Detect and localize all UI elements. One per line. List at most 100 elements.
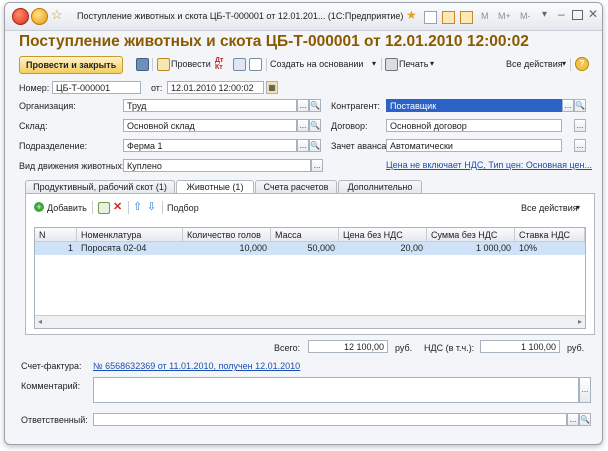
post-and-close-button[interactable]: Провести и закрыть	[19, 56, 124, 74]
calendar-picker-icon[interactable]: ▦	[266, 81, 278, 94]
counterparty-search-icon[interactable]: 🔍	[574, 99, 586, 112]
warehouse-select-button[interactable]: ...	[297, 119, 309, 132]
column-header-n[interactable]: N	[35, 228, 77, 242]
window-menu-chevron-icon[interactable]: ▾	[542, 9, 547, 25]
print-button[interactable]: Печать	[399, 59, 428, 69]
cell-price: 20,00	[400, 243, 423, 253]
all-actions-button[interactable]: Все действия	[506, 59, 563, 69]
tab-settlement-accounts[interactable]: Счета расчетов	[255, 180, 337, 194]
column-header-price[interactable]: Цена без НДС	[339, 228, 427, 242]
favorite-star-icon[interactable]: ☆	[51, 8, 65, 22]
tab-additional[interactable]: Дополнительно	[338, 180, 422, 194]
responsible-search-icon[interactable]: 🔍	[579, 413, 591, 426]
app-logo-icon[interactable]	[12, 8, 29, 25]
contract-select-button[interactable]: ...	[574, 119, 586, 132]
counterparty-field[interactable]: Поставщик	[386, 99, 562, 112]
date-field[interactable]: 12.01.2010 12:00:02	[167, 81, 264, 94]
scroll-right-icon[interactable]: ▸	[578, 317, 582, 326]
add-button[interactable]: Добавить	[47, 203, 87, 213]
total-value: 12 100,00	[308, 340, 388, 353]
invoice-link[interactable]: № 6568632369 от 11.01.2010, получен 12.0…	[93, 361, 300, 371]
favorites-star-icon[interactable]: ★	[406, 8, 417, 24]
organization-field[interactable]: Труд	[123, 99, 297, 112]
memory-m-plus-button[interactable]: M+	[498, 11, 511, 27]
animal-movement-select-button[interactable]: ...	[311, 159, 323, 172]
column-header-item[interactable]: Номенклатура	[77, 228, 183, 242]
counterparty-label: Контрагент:	[331, 101, 381, 111]
printer-icon[interactable]	[385, 58, 398, 71]
division-field[interactable]: Ферма 1	[123, 139, 297, 152]
add-icon[interactable]: +	[34, 202, 44, 212]
warehouse-label: Склад:	[19, 121, 48, 131]
toolbar-separator	[92, 201, 93, 214]
horizontal-scrollbar[interactable]: ◂ ▸	[35, 315, 585, 328]
calendar-icon[interactable]	[442, 11, 455, 24]
column-header-mass[interactable]: Масса	[271, 228, 339, 242]
create-based-on-button[interactable]: Создать на основании	[270, 59, 363, 69]
post-icon[interactable]	[157, 58, 170, 71]
toolbar-separator	[162, 201, 163, 214]
maximize-icon[interactable]	[572, 10, 583, 20]
organization-search-icon[interactable]: 🔍	[309, 99, 321, 112]
create-based-chevron-icon[interactable]: ▾	[372, 59, 376, 68]
number-field[interactable]: ЦБ-Т-000001	[52, 81, 141, 94]
column-header-sum[interactable]: Сумма без НДС	[427, 228, 515, 242]
organization-label: Организация:	[19, 101, 76, 111]
menu-icon[interactable]	[31, 8, 48, 25]
close-icon[interactable]: ✕	[588, 7, 598, 23]
cell-heads: 10,000	[239, 243, 267, 253]
copy-row-icon[interactable]	[98, 202, 110, 214]
division-search-icon[interactable]: 🔍	[309, 139, 321, 152]
column-header-vat-rate[interactable]: Ставка НДС	[515, 228, 585, 242]
calculator-icon[interactable]	[460, 11, 473, 24]
contract-field[interactable]: Основной договор	[386, 119, 562, 132]
responsible-field[interactable]	[93, 413, 567, 426]
move-down-icon[interactable]: ⇩	[147, 200, 157, 213]
post-button[interactable]: Провести	[171, 59, 211, 69]
help-icon[interactable]: ?	[575, 57, 589, 71]
memory-m-button[interactable]: M	[481, 11, 489, 27]
vat-value: 1 100,00	[480, 340, 560, 353]
delete-icon[interactable]: ✕	[113, 200, 123, 213]
dt-kt-icon[interactable]: Дт Кт	[215, 57, 227, 71]
total-currency: руб.	[395, 343, 413, 353]
warehouse-search-icon[interactable]: 🔍	[309, 119, 321, 132]
document-copy-icon[interactable]	[249, 58, 262, 71]
contract-label: Договор:	[331, 121, 368, 131]
link-icon[interactable]	[424, 11, 437, 24]
all-actions-chevron-icon[interactable]: ▾	[562, 59, 566, 68]
memory-m-minus-button[interactable]: M-	[520, 11, 531, 27]
selection-button[interactable]: Подбор	[167, 203, 199, 213]
division-select-button[interactable]: ...	[297, 139, 309, 152]
minimize-icon[interactable]: –	[558, 7, 565, 23]
animal-movement-field[interactable]: Куплено	[123, 159, 311, 172]
list-icon[interactable]	[233, 58, 246, 71]
responsible-select-button[interactable]: ...	[567, 413, 579, 426]
total-label: Всего:	[274, 343, 301, 353]
comment-field[interactable]	[93, 377, 579, 403]
move-up-icon[interactable]: ⇧	[133, 200, 143, 213]
scroll-left-icon[interactable]: ◂	[38, 317, 42, 326]
advance-offset-label: Зачет аванса:	[331, 141, 389, 151]
responsible-label: Ответственный:	[21, 415, 88, 425]
table-all-actions-chevron-icon[interactable]: ▾	[576, 203, 580, 212]
save-icon[interactable]	[136, 58, 149, 71]
cell-n: 1	[67, 243, 73, 253]
counterparty-select-button[interactable]: ...	[562, 99, 574, 112]
comment-edit-button[interactable]: ...	[579, 377, 591, 403]
number-label: Номер:	[19, 83, 50, 93]
column-header-heads[interactable]: Количество голов	[183, 228, 271, 242]
warehouse-field[interactable]: Основной склад	[123, 119, 297, 132]
advance-offset-field[interactable]: Автоматически	[386, 139, 562, 152]
table-all-actions-button[interactable]: Все действия	[521, 203, 578, 213]
price-settings-link[interactable]: Цена не включает НДС, Тип цен: Основная …	[386, 160, 592, 170]
advance-offset-select-button[interactable]: ...	[574, 139, 586, 152]
help-label: ?	[579, 59, 585, 68]
table-row[interactable]: 1 Поросята 02-04 10,000 50,000 20,00 1 0…	[35, 242, 585, 255]
invoice-label: Счет-фактура:	[21, 361, 82, 371]
tab-productive-livestock[interactable]: Продуктивный, рабочий скот (1)	[25, 180, 175, 194]
date-label: от:	[151, 83, 163, 93]
print-chevron-icon[interactable]: ▾	[430, 59, 434, 68]
organization-select-button[interactable]: ...	[297, 99, 309, 112]
toolbar-separator	[266, 58, 267, 71]
